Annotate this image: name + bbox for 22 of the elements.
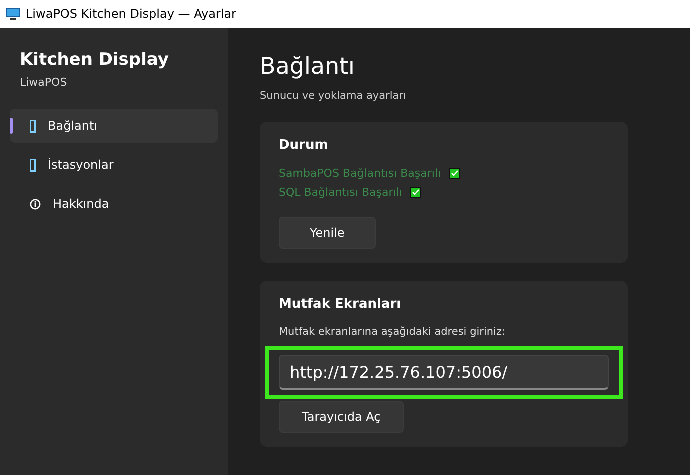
open-browser-button[interactable]: Tarayıcıda Aç xyxy=(279,401,404,433)
sidebar-item[interactable]: Hakkında xyxy=(10,187,218,221)
rectangle-icon xyxy=(30,158,36,172)
window-title: LiwaPOS Kitchen Display — Ayarlar xyxy=(26,7,236,21)
url-field[interactable]: http://172.25.76.107:5006/ xyxy=(279,355,609,390)
hint-text: Mutfak ekranlarına aşağıdaki adresi giriniz: xyxy=(279,326,507,338)
card-title: Mutfak Ekranları xyxy=(279,297,402,312)
page-subtitle: Sunucu ve yoklama ayarları xyxy=(260,90,408,102)
rectangle-icon xyxy=(30,120,36,132)
app-subtitle: LiwaPOS xyxy=(20,76,68,89)
card-title: Durum xyxy=(279,138,330,153)
checkbox[interactable] xyxy=(449,168,460,179)
status-label: SQL Bağlantısı Başarılı xyxy=(279,186,402,199)
page-title: Bağlantı xyxy=(260,54,356,80)
status-label: SambaPOS Bağlantısı Başarılı xyxy=(279,167,442,180)
app-title: Kitchen Display xyxy=(20,50,170,70)
refresh-button[interactable]: Yenile xyxy=(279,217,376,249)
info-icon xyxy=(30,198,41,210)
checkbox[interactable] xyxy=(410,187,422,198)
monitor-icon xyxy=(6,8,20,20)
sidebar-item[interactable]: Bağlantı xyxy=(10,109,218,143)
sidebar-item[interactable]: İstasyonlar xyxy=(10,148,218,182)
